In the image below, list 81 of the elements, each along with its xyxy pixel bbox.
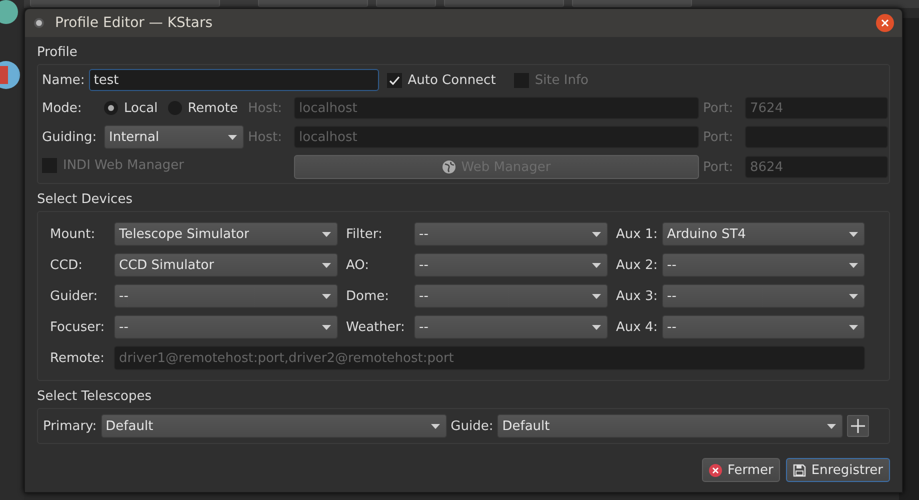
toolbar-button[interactable]: [444, 0, 564, 7]
checkbox-label: Site Info: [534, 72, 589, 88]
dropdown[interactable]: Internal: [104, 125, 244, 149]
field-label: Port:: [703, 160, 734, 174]
dropdown[interactable]: --: [662, 284, 865, 308]
dropdown[interactable]: Telescope Simulator: [114, 222, 338, 246]
name-field[interactable]: test: [88, 69, 379, 91]
caret-icon: [592, 232, 601, 236]
field-label: Weather:: [346, 320, 406, 334]
dropdown[interactable]: --: [114, 284, 338, 308]
radio-label: Local: [124, 100, 158, 116]
field-label: Dome:: [346, 288, 390, 304]
dropdown[interactable]: CCD Simulator: [114, 253, 338, 277]
field-label: Aux 4:: [616, 320, 658, 334]
caret-icon: [849, 232, 858, 236]
cancel-icon: [709, 464, 722, 476]
dropdown[interactable]: --: [114, 315, 338, 339]
plus-icon: [851, 419, 866, 433]
field-label: Aux 2:: [616, 258, 658, 272]
caret-icon: [592, 324, 601, 330]
globe-icon: [442, 160, 456, 174]
field-label: Guide:: [450, 418, 494, 434]
caret-icon: [849, 324, 858, 330]
window-title: Profile Editor — KStars: [55, 15, 214, 31]
field-label: Aux 3:: [616, 288, 658, 304]
field-label: Port:: [703, 100, 734, 116]
field-label: Aux 1:: [616, 226, 658, 242]
dropdown[interactable]: --: [662, 253, 865, 277]
dropdown[interactable]: --: [414, 284, 608, 308]
field-label: Mode:: [42, 100, 83, 116]
dropdown[interactable]: --: [414, 315, 608, 339]
caret-icon: [592, 262, 601, 268]
caret-icon: [849, 294, 858, 298]
checkbox[interactable]: [386, 72, 402, 88]
toolbar-button[interactable]: [258, 0, 368, 7]
dropdown[interactable]: --: [662, 315, 865, 339]
field-label: Focuser:: [50, 320, 106, 334]
caret-icon: [849, 262, 858, 268]
dropdown[interactable]: --: [414, 253, 608, 277]
field-label: Host:: [248, 100, 283, 116]
field-label: Port:: [703, 130, 734, 144]
check-icon: [388, 74, 400, 86]
caret-icon: [322, 294, 331, 298]
field-label: CCD:: [50, 258, 84, 272]
caret-icon: [322, 324, 331, 330]
caret-icon: [592, 294, 601, 298]
dropdown[interactable]: Default: [100, 414, 447, 438]
section-title: Profile: [37, 45, 78, 62]
field-label: Primary:: [43, 418, 97, 434]
dialog-button[interactable]: Fermer: [702, 458, 780, 482]
dropdown[interactable]: Default: [497, 414, 844, 438]
checkbox-label: Auto Connect: [408, 72, 496, 88]
field-label: Filter:: [346, 226, 384, 242]
close-icon[interactable]: [876, 14, 894, 32]
section-title: Select Devices: [37, 192, 134, 209]
field-label: Mount:: [50, 226, 96, 242]
dropdown[interactable]: Arduino ST4: [662, 222, 865, 246]
field-label: Host:: [248, 130, 283, 144]
field-label: Guider:: [50, 288, 99, 304]
input-field[interactable]: [745, 126, 888, 148]
section-title: Select Telescopes: [37, 389, 152, 406]
field-label: AO:: [346, 258, 370, 272]
add-button[interactable]: [847, 415, 870, 437]
toolbar-button[interactable]: [376, 0, 436, 7]
caret-icon: [322, 232, 331, 236]
radio-label: Remote: [188, 100, 238, 116]
field-label: Remote:: [50, 350, 106, 366]
radio-button[interactable]: [104, 101, 118, 115]
toolbar-button[interactable]: [572, 0, 692, 7]
save-icon: [793, 464, 806, 476]
caret-icon: [322, 262, 331, 268]
window-menu-icon: [33, 17, 45, 29]
caret-icon: [430, 424, 440, 428]
field-label: Guiding:: [42, 130, 98, 144]
dropdown[interactable]: --: [414, 222, 608, 246]
checkbox-label: INDI Web Manager: [63, 158, 184, 172]
field-label: Name:: [42, 72, 85, 88]
caret-icon: [228, 134, 237, 140]
toolbar-button[interactable]: [30, 0, 220, 7]
dialog-button[interactable]: Enregistrer: [786, 458, 890, 482]
caret-icon: [827, 424, 836, 428]
